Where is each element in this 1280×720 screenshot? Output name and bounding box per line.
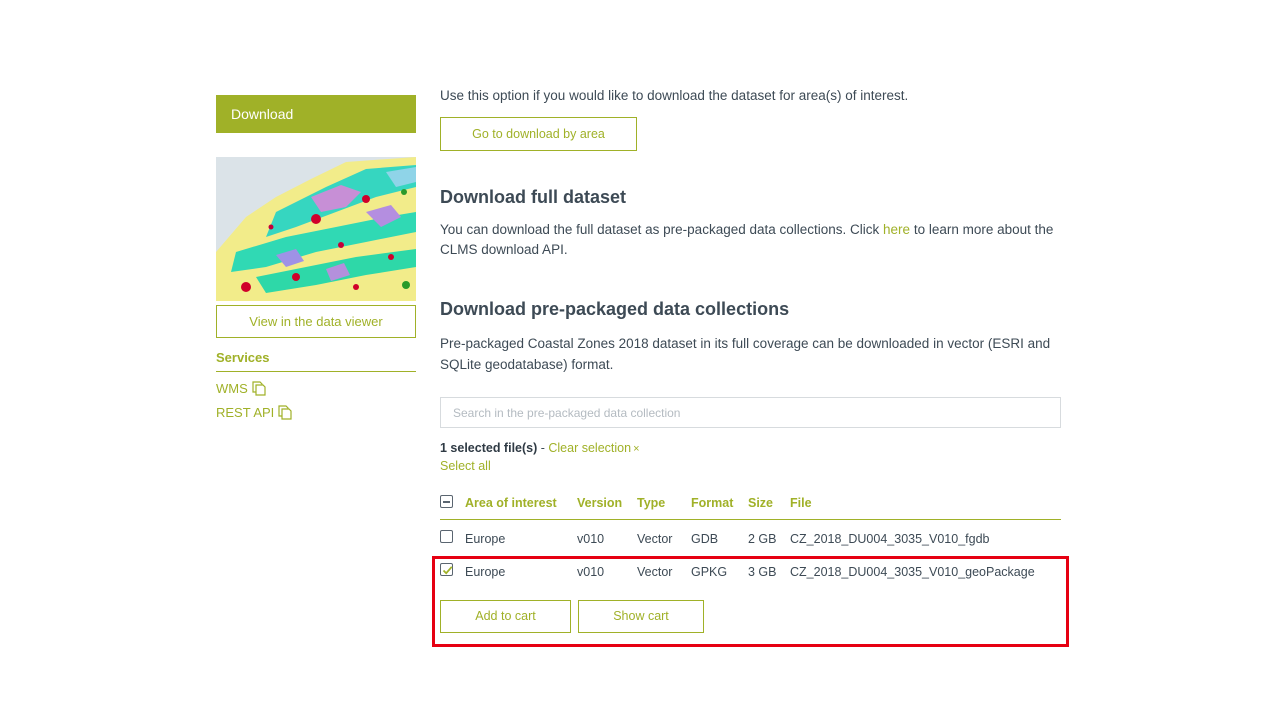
selection-separator: - (537, 441, 549, 455)
row-file: CZ_2018_DU004_3035_V010_fgdb (790, 532, 990, 546)
row-version: v010 (577, 565, 605, 579)
row-checkbox-checked[interactable] (440, 563, 453, 576)
show-cart-button[interactable]: Show cart (578, 600, 704, 633)
row-checkbox-cell[interactable] (440, 563, 453, 576)
header-area[interactable]: Area of interest (465, 490, 557, 517)
row-checkbox-cell[interactable] (440, 530, 453, 543)
header-file[interactable]: File (790, 490, 812, 517)
pre-packaged-heading: Download pre-packaged data collections (440, 299, 790, 319)
collection-search-input[interactable] (440, 397, 1061, 428)
row-version: v010 (577, 532, 605, 546)
copy-icon[interactable] (278, 405, 292, 420)
header-checkbox[interactable] (440, 495, 453, 508)
header-format[interactable]: Format (691, 490, 733, 517)
row-format: GDB (691, 532, 719, 546)
table-header-row: Area of interest Version Type Format Siz… (440, 490, 1061, 520)
selection-summary: 1 selected file(s) - Clear selection × (440, 440, 1061, 457)
service-wms-label: WMS (216, 381, 248, 396)
checkmark-icon (442, 566, 453, 575)
select-all-checkbox-cell[interactable] (440, 495, 453, 508)
here-link[interactable]: here (883, 222, 910, 237)
header-version[interactable]: Version (577, 490, 622, 517)
table-row[interactable]: Europe v010 Vector GPKG 3 GB CZ_2018_DU0… (440, 556, 1061, 588)
add-to-cart-button[interactable]: Add to cart (440, 600, 571, 633)
selected-count: 1 selected file(s) (440, 441, 538, 455)
service-link-wms[interactable]: WMS (216, 381, 416, 396)
clear-selection-link[interactable]: Clear selection (548, 441, 631, 455)
header-size[interactable]: Size (748, 490, 773, 517)
download-by-area-intro: Use this option if you would like to dow… (440, 88, 909, 103)
service-rest-api-label: REST API (216, 405, 275, 420)
main-content: Use this option if you would like to dow… (440, 86, 1061, 475)
row-area: Europe (465, 532, 506, 546)
row-size: 2 GB (748, 532, 777, 546)
collections-table: Area of interest Version Type Format Siz… (440, 490, 1061, 588)
row-type: Vector (637, 565, 673, 579)
row-format: GPKG (691, 565, 728, 579)
download-full-dataset-heading: Download full dataset (440, 187, 627, 207)
row-checkbox[interactable] (440, 530, 453, 543)
table-row[interactable]: Europe v010 Vector GDB 2 GB CZ_2018_DU00… (440, 522, 1061, 554)
map-image (216, 157, 416, 301)
row-type: Vector (637, 532, 673, 546)
header-type[interactable]: Type (637, 490, 665, 517)
go-to-download-by-area-button[interactable]: Go to download by area (440, 117, 637, 151)
service-link-rest-api[interactable]: REST API (216, 405, 416, 420)
services-heading: Services (216, 350, 416, 372)
download-full-dataset-text: You can download the full dataset as pre… (440, 220, 1061, 260)
view-in-data-viewer-button[interactable]: View in the data viewer (216, 305, 416, 338)
select-all-link[interactable]: Select all (440, 458, 491, 475)
row-area: Europe (465, 565, 506, 579)
pre-packaged-text: Pre-packaged Coastal Zones 2018 dataset … (440, 336, 1051, 372)
sidebar-download-tab[interactable]: Download (216, 95, 416, 133)
row-file: CZ_2018_DU004_3035_V010_geoPackage (790, 565, 1035, 579)
copy-icon[interactable] (252, 381, 266, 396)
row-size: 3 GB (748, 565, 777, 579)
sidebar: Download View in the data viewer Service… (216, 95, 416, 420)
full-text-before: You can download the full dataset as pre… (440, 222, 884, 237)
clear-selection-icon[interactable]: × (633, 443, 639, 455)
dataset-map-thumbnail (216, 157, 416, 301)
